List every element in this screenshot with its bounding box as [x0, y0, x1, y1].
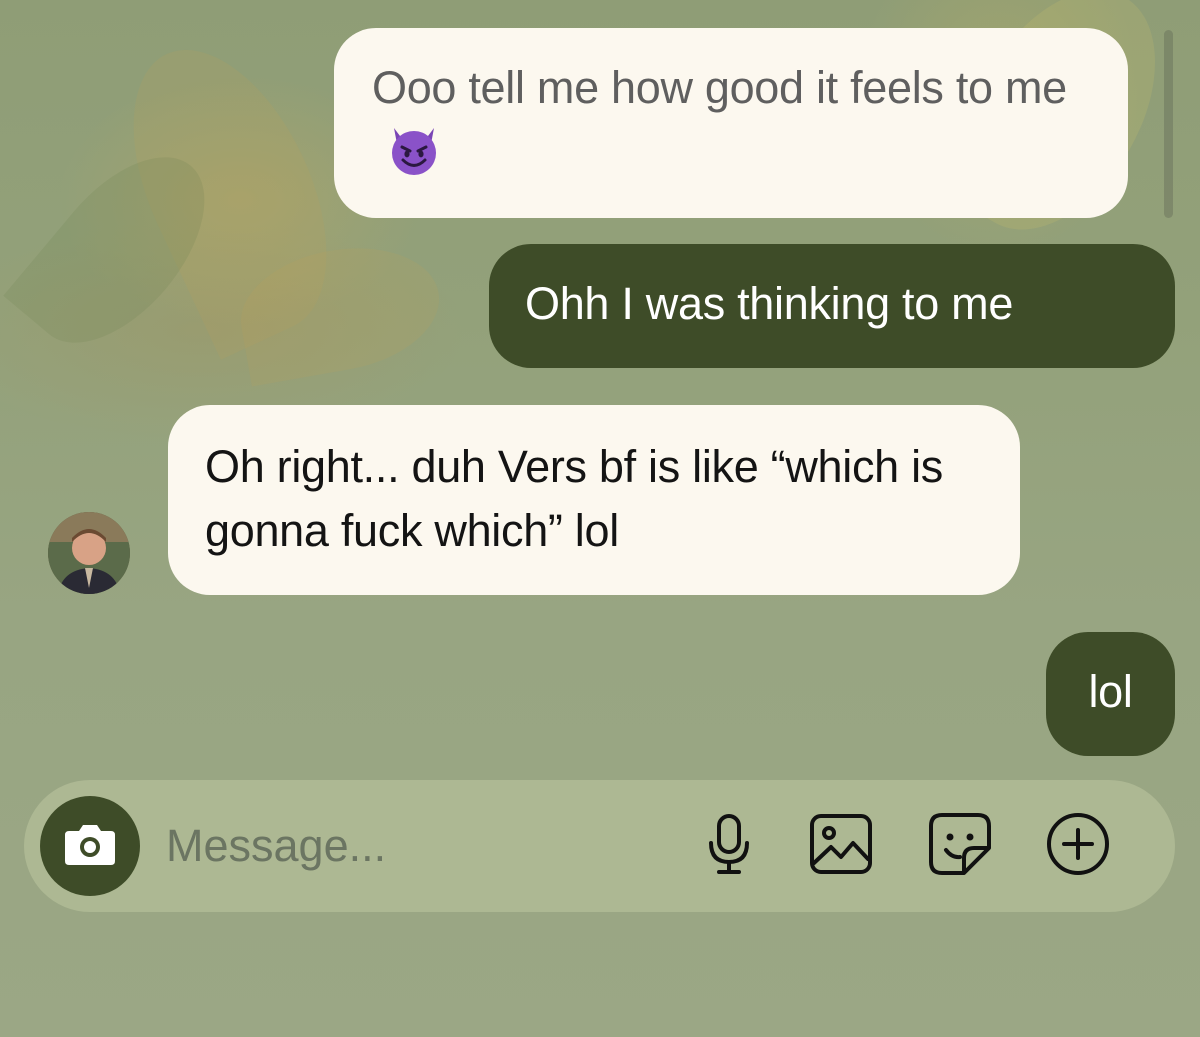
microphone-icon [707, 813, 751, 880]
scrollbar[interactable] [1164, 30, 1173, 218]
image-icon [809, 813, 873, 880]
message-text: lol [1088, 666, 1133, 717]
sent-message-bubble[interactable]: lol [1046, 632, 1175, 756]
camera-button[interactable] [40, 796, 140, 896]
message-composer [24, 780, 1175, 912]
camera-icon [63, 821, 117, 872]
received-message-bubble[interactable]: Ooo tell me how good it feels to me [334, 28, 1128, 218]
sticker-icon [928, 812, 992, 881]
plus-circle-icon [1046, 812, 1110, 881]
message-text: Oh right... duh Vers bf is like “which i… [205, 441, 944, 556]
more-options-button[interactable] [1046, 812, 1110, 881]
message-input[interactable] [166, 813, 666, 879]
smiling-imp-icon [386, 122, 442, 178]
sent-message-bubble[interactable]: Ohh I was thinking to me [489, 244, 1175, 368]
message-text: Ohh I was thinking to me [525, 278, 1014, 329]
voice-message-button[interactable] [697, 813, 761, 880]
message-text: Ooo tell me how good it feels to me [372, 62, 1067, 113]
contact-avatar[interactable] [48, 512, 130, 594]
received-message-bubble[interactable]: Oh right... duh Vers bf is like “which i… [168, 405, 1020, 595]
sticker-button[interactable] [928, 812, 992, 881]
gallery-button[interactable] [809, 813, 873, 880]
